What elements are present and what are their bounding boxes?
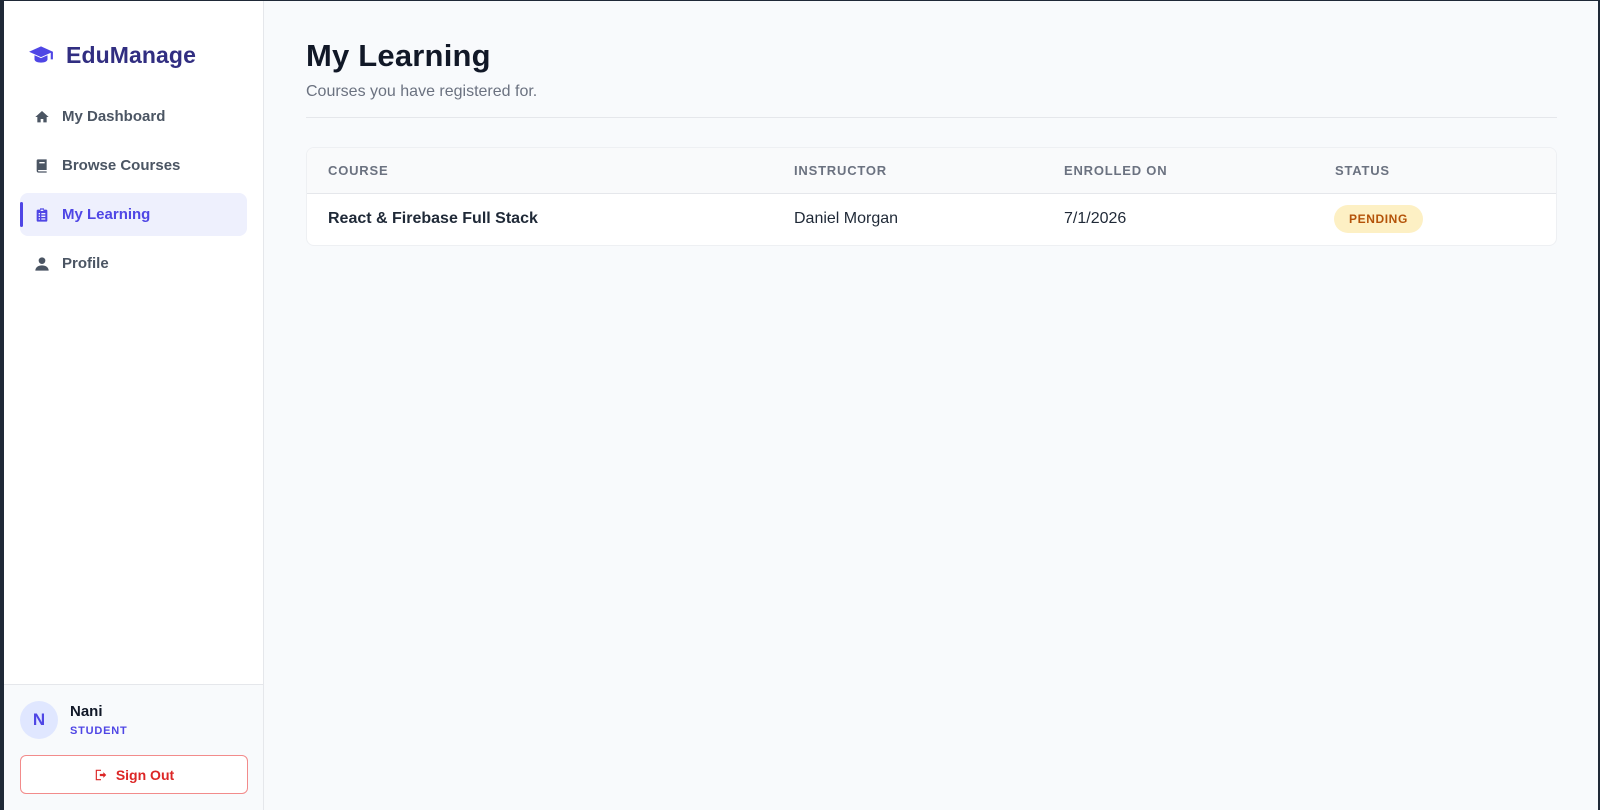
- main-content: My Learning Courses you have registered …: [264, 1, 1600, 810]
- course-name-cell: React & Firebase Full Stack: [328, 210, 538, 228]
- user-role: STUDENT: [70, 725, 128, 737]
- app-window: EduManage My Dashboard Browse Courses My…: [4, 1, 1600, 810]
- sidebar-item-browse-courses[interactable]: Browse Courses: [20, 144, 247, 187]
- sidebar-item-my-dashboard[interactable]: My Dashboard: [20, 95, 247, 138]
- courses-table-card: COURSE INSTRUCTOR ENROLLED ON STATUS Rea…: [306, 147, 1557, 247]
- status-cell: PENDING: [1314, 193, 1556, 245]
- brand-name: EduManage: [66, 41, 196, 68]
- sidebar-item-my-learning[interactable]: My Learning: [20, 193, 247, 236]
- graduation-cap-icon: [28, 42, 54, 68]
- book-icon: [34, 158, 50, 174]
- sign-out-icon: [94, 768, 108, 782]
- courses-table: COURSE INSTRUCTOR ENROLLED ON STATUS Rea…: [307, 148, 1556, 245]
- table-header-row: COURSE INSTRUCTOR ENROLLED ON STATUS: [307, 148, 1556, 194]
- avatar: N: [20, 701, 58, 739]
- instructor-cell: Daniel Morgan: [794, 210, 899, 228]
- sidebar-footer: N Nani STUDENT Sign Out: [4, 684, 263, 810]
- header-divider: [306, 117, 1557, 119]
- column-header-instructor[interactable]: INSTRUCTOR: [773, 148, 1043, 194]
- page-title: My Learning: [306, 38, 491, 73]
- enrolled-date-cell: 7/1/2026: [1064, 210, 1127, 228]
- user-icon: [34, 256, 50, 272]
- clipboard-list-icon: [34, 207, 50, 223]
- sign-out-label: Sign Out: [115, 766, 175, 783]
- table-row[interactable]: React & Firebase Full Stack Daniel Morga…: [307, 193, 1556, 245]
- column-header-enrolled-on[interactable]: ENROLLED ON: [1043, 148, 1314, 194]
- brand[interactable]: EduManage: [4, 1, 263, 81]
- user-name: Nani: [70, 703, 103, 720]
- sign-out-button[interactable]: Sign Out: [20, 755, 248, 794]
- sidebar-item-label: My Learning: [62, 206, 151, 223]
- sidebar-item-label: My Dashboard: [62, 108, 166, 125]
- home-icon: [34, 109, 50, 125]
- status-badge: PENDING: [1334, 205, 1423, 234]
- sidebar: EduManage My Dashboard Browse Courses My…: [4, 1, 264, 810]
- sidebar-item-label: Profile: [62, 255, 109, 272]
- user-info: N Nani STUDENT: [20, 701, 247, 739]
- column-header-status[interactable]: STATUS: [1314, 148, 1556, 194]
- sidebar-nav: My Dashboard Browse Courses My Learning …: [4, 81, 263, 285]
- user-details: Nani STUDENT: [70, 703, 128, 737]
- column-header-course[interactable]: COURSE: [307, 148, 773, 194]
- sidebar-item-profile[interactable]: Profile: [20, 242, 247, 285]
- page-subtitle: Courses you have registered for.: [306, 83, 538, 101]
- sidebar-item-label: Browse Courses: [62, 157, 181, 174]
